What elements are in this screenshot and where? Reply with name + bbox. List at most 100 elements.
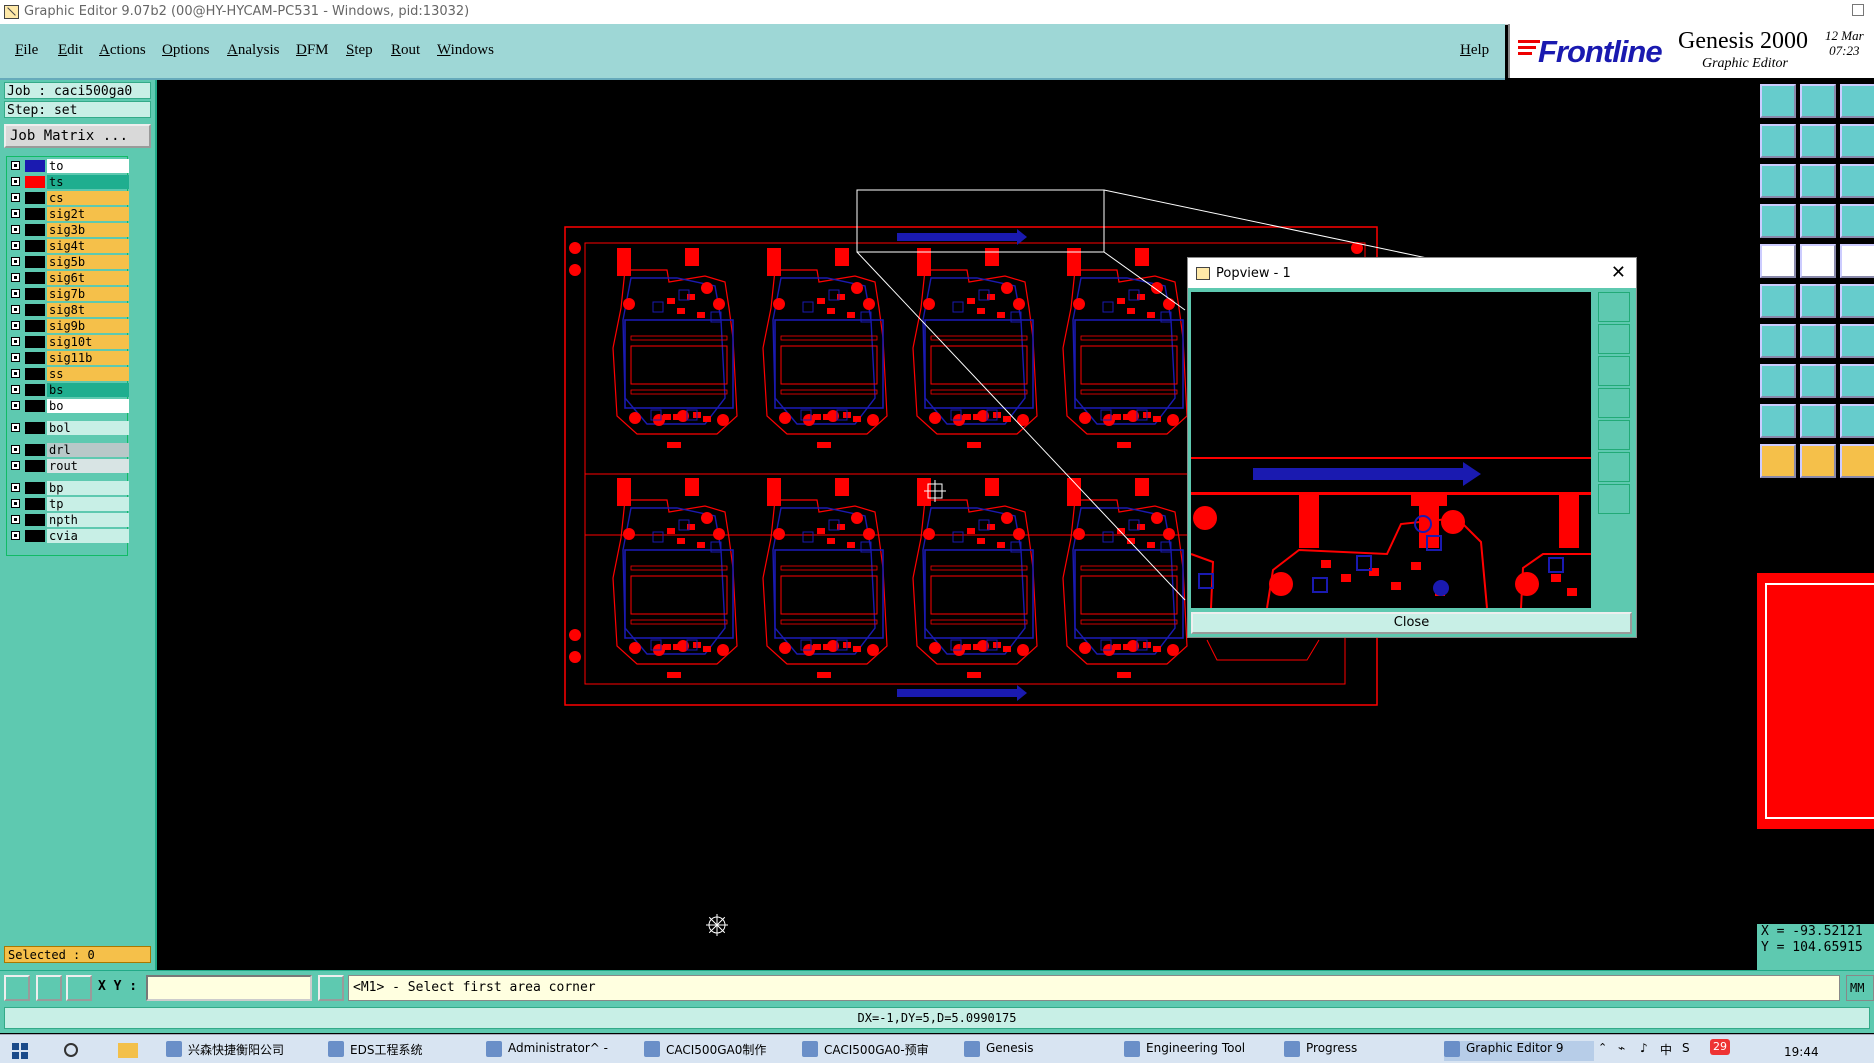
home-tool-icon[interactable] xyxy=(1840,84,1874,118)
popview-down-icon[interactable] xyxy=(1598,356,1630,386)
layer-checkbox[interactable] xyxy=(11,353,20,362)
up-tri-red-tool-icon[interactable] xyxy=(1800,404,1836,438)
menu-file[interactable]: File xyxy=(15,42,38,59)
layer-checkbox[interactable] xyxy=(11,273,20,282)
ruler-tool-icon[interactable] xyxy=(1840,244,1874,278)
windows-start-icon[interactable] xyxy=(12,1043,28,1059)
info-icon[interactable] xyxy=(318,975,344,1001)
up-tri-blue-tool-icon[interactable] xyxy=(1840,404,1874,438)
layer-checkbox[interactable] xyxy=(11,241,20,250)
menu-dfm[interactable]: DFM xyxy=(296,42,329,59)
snap-icon[interactable] xyxy=(4,975,30,1001)
layer-checkbox[interactable] xyxy=(11,257,20,266)
popview-zoom-icon[interactable] xyxy=(1598,292,1630,322)
layer-checkbox[interactable] xyxy=(11,321,20,330)
cut-tool-icon[interactable] xyxy=(1800,364,1836,398)
taskbar-item[interactable]: CACI500GA0制作 xyxy=(644,1041,766,1061)
taskbar-item[interactable]: 兴森快捷衡阳公司 xyxy=(166,1041,284,1061)
menu-options[interactable]: Options xyxy=(162,42,210,59)
layer-checkbox[interactable] xyxy=(11,289,20,298)
open-tool-icon[interactable] xyxy=(1760,84,1796,118)
center-tool-icon[interactable] xyxy=(1800,164,1836,198)
layer-checkbox[interactable] xyxy=(11,423,20,432)
menu-windows[interactable]: Windows xyxy=(437,42,494,59)
pad-tool-icon[interactable] xyxy=(1840,204,1874,238)
layer-row-cs[interactable]: cs xyxy=(7,191,129,205)
layer-row-sig8t[interactable]: sig8t xyxy=(7,303,129,317)
frame-tool-icon[interactable] xyxy=(1840,364,1874,398)
fit-tool-icon[interactable] xyxy=(1760,164,1796,198)
layer-checkbox[interactable] xyxy=(11,193,20,202)
layer-checkbox[interactable] xyxy=(11,305,20,314)
popview-canvas[interactable] xyxy=(1191,292,1591,608)
layer-checkbox[interactable] xyxy=(11,385,20,394)
popview-close-button[interactable]: Close xyxy=(1191,612,1632,634)
taskbar-item[interactable]: CACI500GA0-预审 xyxy=(802,1041,929,1061)
taskbar-item[interactable]: EDS工程系统 xyxy=(328,1041,422,1061)
layer-row-sig6t[interactable]: sig6t xyxy=(7,271,129,285)
layer-checkbox[interactable] xyxy=(11,499,20,508)
popview-up-icon[interactable] xyxy=(1598,324,1630,354)
network-icon[interactable]: ⌁ xyxy=(1618,1041,1625,1055)
popview-left-icon[interactable] xyxy=(1598,388,1630,418)
menu-help[interactable]: Help xyxy=(1460,42,1489,59)
layer-checkbox[interactable] xyxy=(11,483,20,492)
layer-checkbox[interactable] xyxy=(11,337,20,346)
ime-indicator[interactable]: 中 xyxy=(1660,1041,1672,1058)
scale-tool-icon[interactable] xyxy=(1840,164,1874,198)
menu-step[interactable]: Step xyxy=(346,42,373,59)
pick-tool-icon[interactable] xyxy=(1800,244,1836,278)
menu-rout[interactable]: Rout xyxy=(391,42,420,59)
layer-row-sig3b[interactable]: sig3b xyxy=(7,223,129,237)
left-tool-icon[interactable] xyxy=(1760,124,1796,158)
layer-checkbox[interactable] xyxy=(11,515,20,524)
taskbar-item[interactable]: Engineering Tool xyxy=(1124,1041,1245,1061)
layer-row-to[interactable]: to xyxy=(7,159,129,173)
layer-checkbox[interactable] xyxy=(11,225,20,234)
route-tool-icon[interactable] xyxy=(1760,204,1796,238)
layer-row-sig10t[interactable]: sig10t xyxy=(7,335,129,349)
layer-checkbox[interactable] xyxy=(11,177,20,186)
layer-row-bol[interactable]: bol xyxy=(7,421,129,435)
notification-badge[interactable]: 29 xyxy=(1710,1039,1730,1055)
layer-row-bo[interactable]: bo xyxy=(7,399,129,413)
layer-row-npth[interactable]: npth xyxy=(7,513,129,527)
gen-tool-icon[interactable] xyxy=(1760,364,1796,398)
popview-fit-icon[interactable] xyxy=(1598,452,1630,482)
layer-checkbox[interactable] xyxy=(11,209,20,218)
undo-tool-icon[interactable] xyxy=(1840,124,1874,158)
layer-row-cvia[interactable]: cvia xyxy=(7,529,129,543)
layer-row-ts[interactable]: ts xyxy=(7,175,129,189)
taskbar-item[interactable]: Genesis xyxy=(964,1041,1034,1061)
layer-row-bp[interactable]: bp xyxy=(7,481,129,495)
layer-row-drl[interactable]: drl xyxy=(7,443,129,457)
restore-icon[interactable] xyxy=(1852,4,1864,16)
layer-row-sig9b[interactable]: sig9b xyxy=(7,319,129,333)
volume-icon[interactable]: ♪ xyxy=(1640,1041,1648,1055)
edge-tool-icon[interactable] xyxy=(1800,324,1836,358)
ime-s-icon[interactable]: S xyxy=(1682,1041,1690,1055)
measure-icon[interactable] xyxy=(36,975,62,1001)
layer-checkbox[interactable] xyxy=(11,401,20,410)
job-matrix-button[interactable]: Job Matrix ... xyxy=(4,124,151,148)
menu-edit[interactable]: Edit xyxy=(58,42,83,59)
popview-center-icon[interactable] xyxy=(1598,484,1630,514)
layer-checkbox[interactable] xyxy=(11,461,20,470)
cross-tool-icon[interactable] xyxy=(1800,284,1836,318)
arrow-tool-icon[interactable] xyxy=(1760,444,1796,478)
close-icon[interactable]: ✕ xyxy=(1611,262,1626,283)
layer-row-ss[interactable]: ss xyxy=(7,367,129,381)
connect-tool-icon[interactable] xyxy=(1840,284,1874,318)
layer-row-bs[interactable]: bs xyxy=(7,383,129,397)
layer-row-sig7b[interactable]: sig7b xyxy=(7,287,129,301)
net-tool-icon[interactable] xyxy=(1760,284,1796,318)
xy-input[interactable] xyxy=(146,975,312,1001)
taskbar-item-active[interactable]: Graphic Editor 9 xyxy=(1444,1041,1594,1061)
layer-row-sig4t[interactable]: sig4t xyxy=(7,239,129,253)
folder-icon[interactable] xyxy=(118,1043,138,1058)
layer-checkbox[interactable] xyxy=(11,445,20,454)
layer-row-sig2t[interactable]: sig2t xyxy=(7,207,129,221)
right-tool-icon[interactable] xyxy=(1800,124,1836,158)
layer-row-rout[interactable]: rout xyxy=(7,459,129,473)
select-tool-icon[interactable] xyxy=(1760,244,1796,278)
